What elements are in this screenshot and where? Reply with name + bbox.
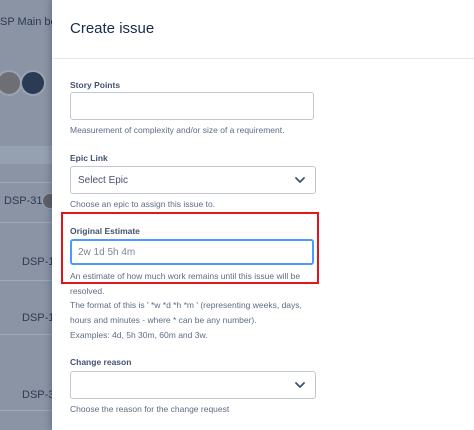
dialog-header-divider	[52, 58, 474, 59]
chevron-down-icon	[295, 382, 305, 388]
avatar-user-icon[interactable]	[20, 70, 46, 96]
epic-link-select[interactable]: Select Epic	[70, 166, 316, 194]
chevron-down-icon	[295, 177, 305, 183]
original-estimate-label: Original Estimate	[70, 226, 140, 236]
change-reason-label: Change reason	[70, 357, 132, 367]
board-header-band	[0, 146, 60, 164]
original-estimate-format-help: The format of this is ' *w *d *h *m ' (r…	[70, 300, 302, 325]
change-reason-help: Choose the reason for the change request	[70, 404, 230, 414]
create-issue-dialog: Create issue Story Points Measurement of…	[52, 0, 474, 430]
assignee-avatars[interactable]	[0, 70, 46, 96]
table-row	[0, 334, 60, 335]
epic-link-help: Choose an epic to assign this issue to.	[70, 199, 216, 209]
table-row	[0, 410, 60, 411]
table-row	[0, 222, 60, 223]
dialog-title: Create issue	[70, 20, 155, 37]
original-estimate-examples: Examples: 4d, 5h 30m, 60m and 3w.	[70, 330, 208, 340]
story-points-help: Measurement of complexity and/or size of…	[70, 125, 285, 135]
change-reason-select[interactable]	[70, 371, 316, 399]
story-points-label: Story Points	[70, 80, 121, 90]
original-estimate-help: An estimate of how much work remains unt…	[70, 271, 301, 296]
epic-link-label: Epic Link	[70, 153, 108, 163]
table-row	[0, 280, 60, 281]
story-points-input[interactable]	[70, 92, 314, 120]
original-estimate-input[interactable]	[70, 239, 314, 265]
table-row	[0, 182, 60, 183]
avatar[interactable]	[0, 70, 22, 96]
epic-link-selected: Select Epic	[78, 175, 129, 186]
